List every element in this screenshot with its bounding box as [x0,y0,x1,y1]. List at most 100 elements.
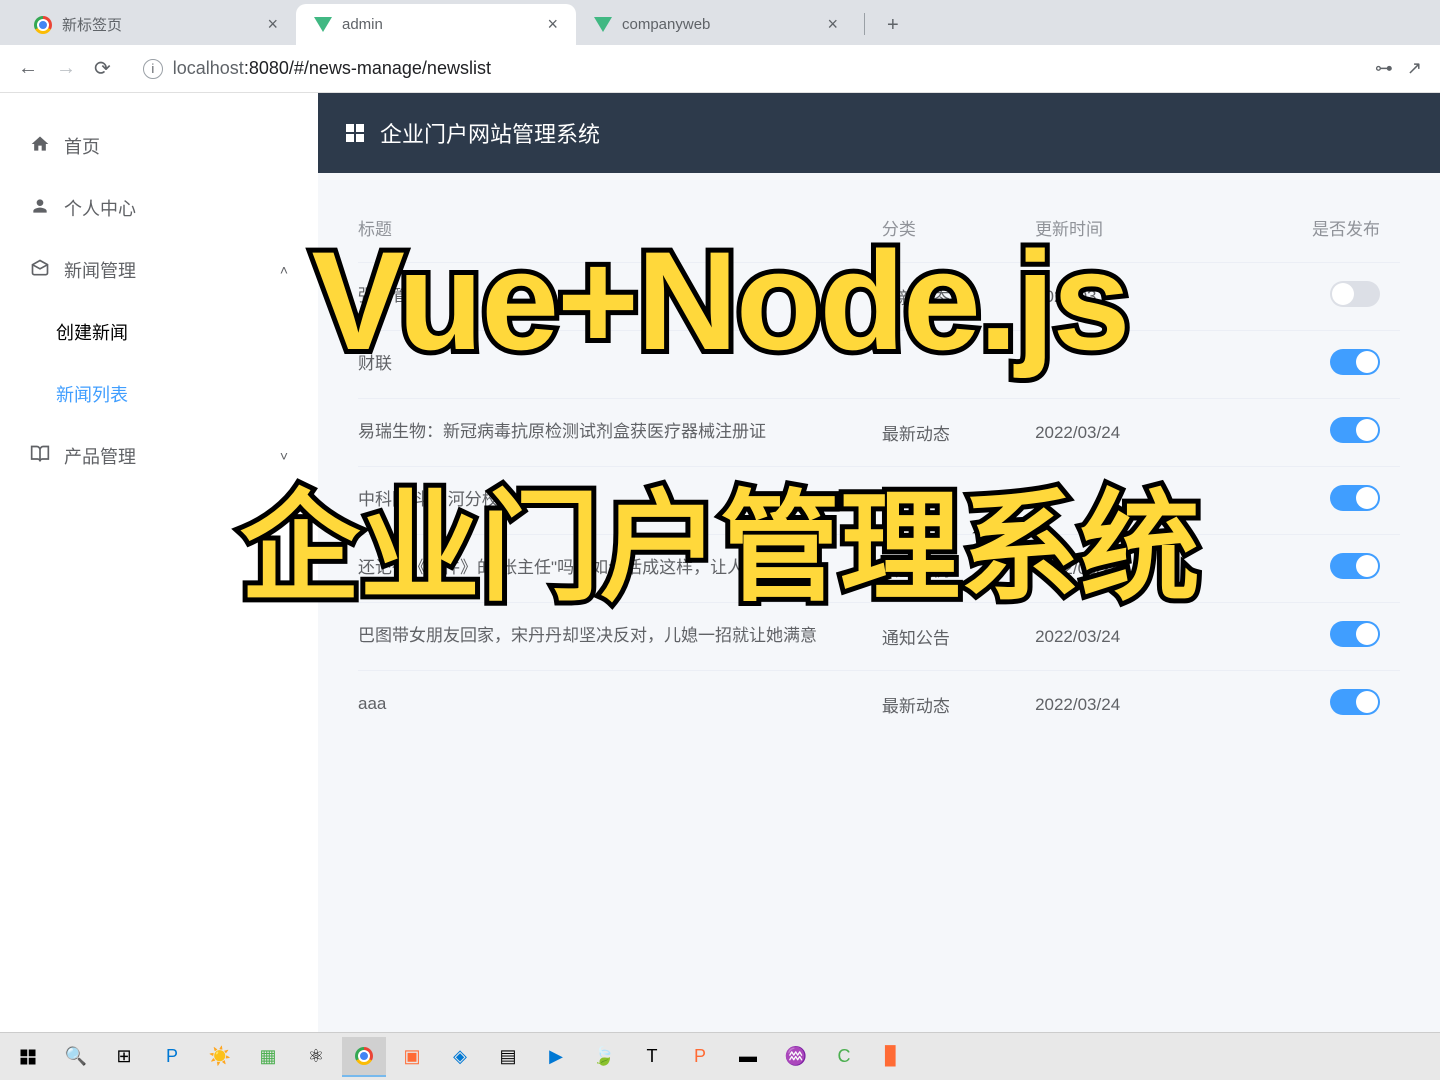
taskbar-weather-icon[interactable]: ☀️ [198,1037,242,1077]
menu-grid-icon[interactable] [346,124,364,142]
taskbar-chrome-icon[interactable] [342,1037,386,1077]
taskbar-app-icon[interactable]: ⚛ [294,1037,338,1077]
app-title: 企业门户网站管理系统 [380,117,600,149]
taskbar-powershell-icon[interactable]: ▶ [534,1037,578,1077]
col-updated: 更新时间 [1035,201,1223,263]
browser-tab-admin[interactable]: admin × [296,4,576,45]
publish-toggle[interactable] [1330,349,1380,375]
cell-title: 易瑞生物：新冠病毒抗原检测试剂盒获医疗器械注册证 [358,399,882,467]
sidebar: 首页 个人中心 新闻管理 ˄ 创建新闻 新闻列表 [0,93,318,1032]
tab-title: 新标签页 [62,14,122,35]
taskbar-camtasia-icon[interactable]: C [822,1037,866,1077]
cell-category: 最新动态 [882,671,1035,739]
cell-updated [1035,467,1223,535]
vue-icon [594,16,612,34]
vue-icon [314,16,332,34]
chrome-icon [34,16,52,34]
share-icon[interactable]: ↗ [1407,58,1422,79]
taskbar-app-icon[interactable]: P [150,1037,194,1077]
taskbar-app-icon[interactable]: ♒ [774,1037,818,1077]
taskbar-app-icon[interactable]: ▤ [486,1037,530,1077]
sidebar-item-create-news[interactable]: 创建新闻 [0,301,318,363]
publish-toggle[interactable] [1330,281,1380,307]
sidebar-item-news-manage[interactable]: 新闻管理 ˄ [0,239,318,301]
sidebar-item-product-manage[interactable]: 产品管理 ˅ [0,425,318,487]
table-row: 中科院科技 河分校 [358,467,1400,535]
browser-tab-newtab[interactable]: 新标签页 × [16,4,296,45]
taskbar-vscode-icon[interactable]: ◈ [438,1037,482,1077]
col-title: 标题 [358,201,882,263]
content-area: 标题 分类 更新时间 是否发布 强化管理 最新动态 2022/03 财联 易瑞生… [318,173,1440,766]
tab-title: admin [342,16,383,33]
sidebar-label: 创建新闻 [56,323,128,343]
cell-published [1223,331,1400,399]
sidebar-item-news-list[interactable]: 新闻列表 [0,363,318,425]
cell-category [882,467,1035,535]
cell-published [1223,603,1400,671]
publish-toggle[interactable] [1330,689,1380,715]
publish-toggle[interactable] [1330,417,1380,443]
taskbar-mongodb-icon[interactable]: 🍃 [582,1037,626,1077]
chevron-down-icon: ˅ [280,448,288,464]
url-bar[interactable]: i localhost:8080/#/news-manage/newslist … [129,58,1422,79]
chevron-up-icon: ˄ [280,262,288,278]
cell-published [1223,535,1400,603]
cell-published [1223,263,1400,331]
cell-category [882,331,1035,399]
search-icon[interactable]: 🔍 [54,1037,98,1077]
cell-title: aaa [358,671,882,739]
task-view-icon[interactable]: ⊞ [102,1037,146,1077]
cell-title: 中科院科技 河分校 [358,467,882,535]
back-button[interactable]: ← [18,57,38,80]
url-text: localhost:8080/#/news-manage/newslist [173,58,491,79]
cell-published [1223,671,1400,739]
close-icon[interactable]: × [267,14,278,35]
tab-title: companyweb [622,16,710,33]
taskbar-app-icon[interactable]: ▊ [870,1037,914,1077]
table-row: 易瑞生物：新冠病毒抗原检测试剂盒获医疗器械注册证 最新动态 2022/03/24 [358,399,1400,467]
publish-toggle[interactable] [1330,485,1380,511]
publish-toggle[interactable] [1330,621,1380,647]
cell-category: 典型案例 [882,535,1035,603]
cell-category: 最新动态 [882,263,1035,331]
taskbar-sublime-icon[interactable]: ▣ [390,1037,434,1077]
col-published: 是否发布 [1223,201,1400,263]
sidebar-item-profile[interactable]: 个人中心 [0,177,318,239]
taskbar-app-icon[interactable]: ▬ [726,1037,770,1077]
cell-updated: 2022/03/24 [1035,603,1223,671]
cell-updated [1035,331,1223,399]
browser-tab-strip: 新标签页 × admin × companyweb × + [0,0,1440,45]
sidebar-label: 个人中心 [64,195,136,221]
browser-tab-companyweb[interactable]: companyweb × [576,4,856,45]
sidebar-label: 新闻列表 [56,385,128,405]
sidebar-label: 产品管理 [64,443,136,469]
sidebar-item-home[interactable]: 首页 [0,115,318,177]
taskbar-app-icon[interactable]: ▦ [246,1037,290,1077]
app-container: 首页 个人中心 新闻管理 ˄ 创建新闻 新闻列表 [0,93,1440,1032]
forward-button[interactable]: → [56,57,76,80]
table-row: aaa 最新动态 2022/03/24 [358,671,1400,739]
book-icon [30,444,50,469]
new-tab-button[interactable]: + [873,6,913,45]
cell-title: 强化管理 [358,263,882,331]
cell-published [1223,399,1400,467]
cell-updated: 2022/03/24 [1035,399,1223,467]
windows-taskbar: 🔍 ⊞ P ☀️ ▦ ⚛ ▣ ◈ ▤ ▶ 🍃 T P ▬ ♒ C ▊ [0,1032,1440,1080]
publish-toggle[interactable] [1330,553,1380,579]
cell-updated: 2022/03/24 [1035,535,1223,603]
start-button[interactable] [6,1037,50,1077]
site-info-icon[interactable]: i [143,59,163,79]
col-category: 分类 [882,201,1035,263]
cell-published [1223,467,1400,535]
cell-category: 最新动态 [882,399,1035,467]
reload-button[interactable]: ⟳ [94,56,111,81]
key-icon[interactable]: ⊶ [1375,58,1393,79]
close-icon[interactable]: × [827,14,838,35]
taskbar-powerpoint-icon[interactable]: P [678,1037,722,1077]
close-icon[interactable]: × [547,14,558,35]
taskbar-app-icon[interactable]: T [630,1037,674,1077]
inbox-icon [30,258,50,283]
cell-updated: 2022/03 [1035,263,1223,331]
table-row: 还记得《事件》的"张主任"吗？如今活成这样，让人感慨 典型案例 2022/03/… [358,535,1400,603]
cell-category: 通知公告 [882,603,1035,671]
